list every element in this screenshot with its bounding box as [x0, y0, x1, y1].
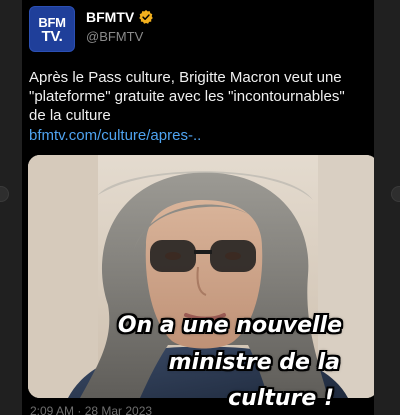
tweet-line-3: de la culture: [29, 107, 111, 124]
tweet-line-1: Après le Pass culture, Brigitte Macron v…: [29, 69, 342, 86]
previous-arrow-icon[interactable]: [0, 186, 9, 202]
left-panel: [0, 0, 22, 415]
right-panel: [374, 0, 400, 415]
tweet-timestamp[interactable]: 2:09 AM · 28 Mar 2023: [30, 404, 152, 415]
tweet-line-2: "plateforme" gratuite avec les "incontou…: [29, 88, 345, 105]
next-arrow-icon[interactable]: [391, 186, 400, 202]
screenshot-frame: BFM TV. BFMTV @BFMTV Après le Pass cultu…: [0, 0, 400, 415]
verified-badge-icon: [139, 10, 153, 24]
avatar[interactable]: BFM TV.: [29, 6, 75, 52]
caption-line-1: On a une nouvelle: [117, 313, 342, 338]
article-link[interactable]: bfmtv.com/culture/apres-..: [29, 126, 201, 145]
tweet-card[interactable]: BFM TV. BFMTV @BFMTV Après le Pass cultu…: [22, 0, 374, 415]
tweet-text: Après le Pass culture, Brigitte Macron v…: [29, 68, 374, 125]
account-name[interactable]: BFMTV: [86, 9, 134, 25]
logo-line-2: TV.: [41, 28, 63, 45]
caption-line-2: ministre de la: [168, 350, 340, 375]
caption-line-3: culture !: [228, 386, 334, 411]
account-handle[interactable]: @BFMTV: [86, 29, 143, 44]
